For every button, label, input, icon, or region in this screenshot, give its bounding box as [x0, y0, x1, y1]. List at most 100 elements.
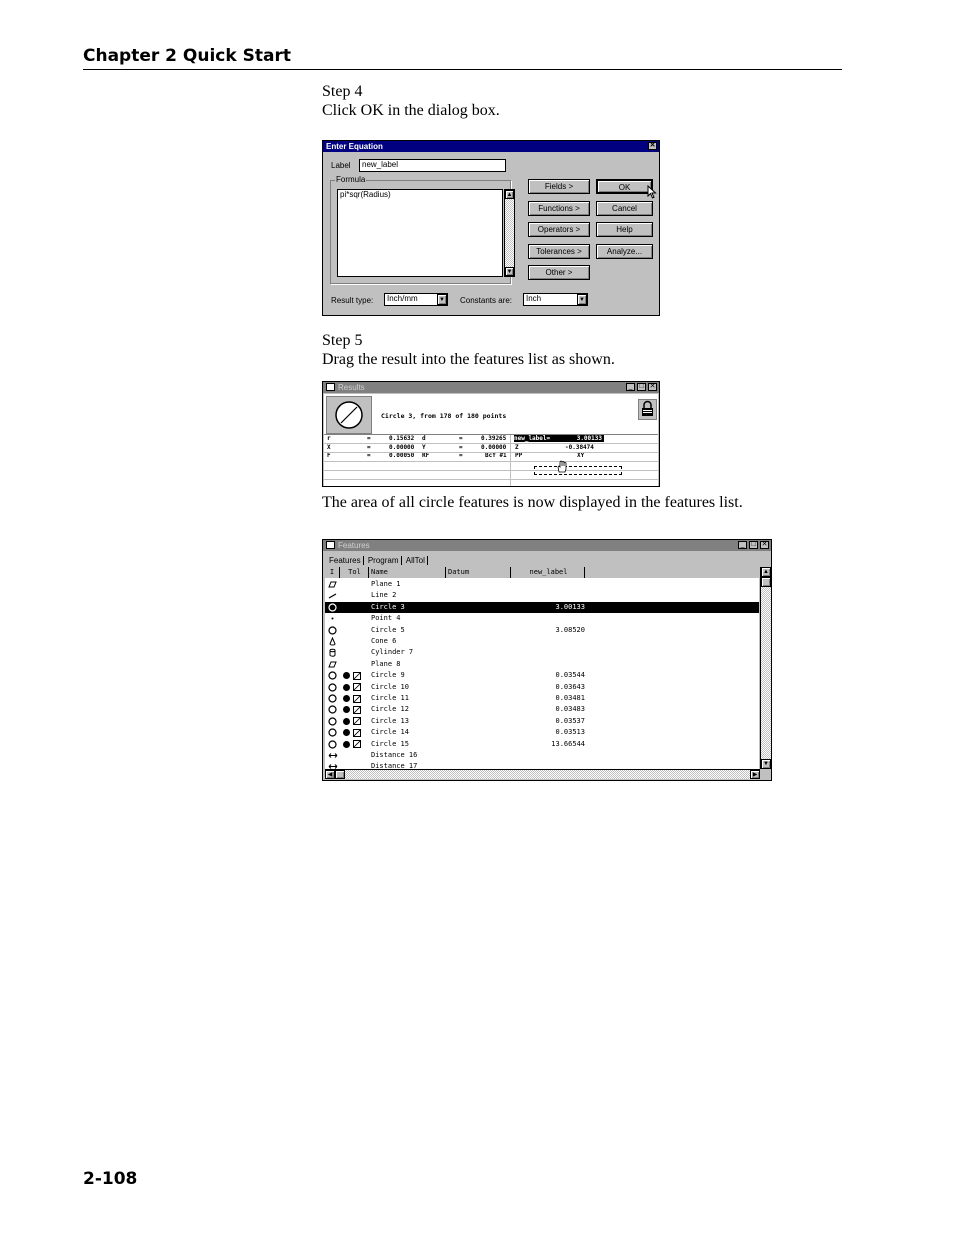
feature-row[interactable]: Distance 17: [325, 761, 759, 769]
feature-row[interactable]: Distance 16: [325, 750, 759, 761]
formula-scrollbar[interactable]: ▲ ▼: [504, 189, 515, 277]
features-hscrollbar[interactable]: ◀ ▶: [325, 769, 760, 779]
scroll-up-icon[interactable]: ▲: [505, 190, 514, 199]
grid-line: [510, 435, 511, 486]
feature-row[interactable]: Line 2: [325, 590, 759, 601]
feature-row[interactable]: Circle 5 3.08520: [325, 625, 759, 636]
formula-textarea[interactable]: pi*sqr(Radius): [337, 189, 503, 277]
feature-row[interactable]: Circle 9 0.03544: [325, 670, 759, 681]
cancel-button[interactable]: Cancel: [596, 201, 653, 216]
results-body: Circle 3, from 178 of 180 points r = 0.1…: [324, 394, 658, 486]
label-input[interactable]: new_label: [359, 159, 506, 172]
col-new-label[interactable]: new_label: [513, 567, 585, 578]
features-titlebar: Features _ □ ✕: [323, 540, 771, 551]
results-cell: =: [367, 435, 371, 442]
close-icon[interactable]: ✕: [648, 383, 657, 391]
feature-row[interactable]: Plane 1: [325, 579, 759, 590]
scroll-left-icon[interactable]: ◀: [325, 770, 335, 779]
result-type-select[interactable]: Inch/mm ▼: [384, 293, 448, 306]
scroll-up-icon[interactable]: ▲: [761, 567, 771, 577]
minimize-icon[interactable]: _: [626, 383, 635, 391]
circle-icon: [328, 728, 337, 737]
feature-row[interactable]: Circle 14 0.03513: [325, 727, 759, 738]
results-cell: d: [422, 435, 426, 442]
constants-select[interactable]: Inch ▼: [523, 293, 588, 306]
results-cell: 0.00000: [481, 443, 507, 451]
circle-icon: [328, 625, 337, 635]
feature-row[interactable]: Circle 10 0.03643: [325, 682, 759, 693]
features-tabs: Features Program AllTol: [327, 555, 428, 566]
analyze-button[interactable]: Analyze...: [596, 244, 653, 259]
results-titlebar: Results _ □ ✕: [323, 382, 659, 393]
scroll-right-icon[interactable]: ▶: [750, 770, 760, 779]
col-name[interactable]: Name: [371, 567, 446, 578]
tolerance-status-icon: [343, 706, 350, 714]
minimize-icon[interactable]: _: [738, 541, 747, 549]
feature-row[interactable]: Cylinder 7: [325, 647, 759, 658]
drag-outline: [534, 466, 622, 475]
chevron-down-icon[interactable]: ▼: [577, 294, 587, 305]
tab-features[interactable]: Features: [327, 556, 364, 565]
feature-row[interactable]: Point 4: [325, 613, 759, 624]
scroll-down-icon[interactable]: ▼: [505, 267, 514, 276]
feature-row[interactable]: Circle 13 0.03537: [325, 716, 759, 727]
scroll-thumb[interactable]: [335, 770, 345, 779]
feature-name: Point 4: [371, 614, 401, 623]
grid-line: [324, 479, 658, 480]
feature-value: 0.03483: [555, 705, 585, 714]
lock-icon[interactable]: [638, 399, 657, 420]
maximize-icon[interactable]: □: [637, 383, 646, 391]
feature-row[interactable]: Circle 3 3.00133: [325, 601, 759, 614]
operators-button[interactable]: Operators >: [528, 222, 590, 237]
results-cell: =: [367, 452, 371, 459]
distance-icon: [328, 751, 338, 758]
feature-name: Circle 9: [371, 671, 405, 680]
feature-row[interactable]: Plane 8: [325, 659, 759, 670]
tolerance-type-icon: [353, 717, 361, 726]
grid-line: [324, 443, 658, 444]
feature-name: Plane 8: [371, 659, 401, 668]
col-i[interactable]: I: [325, 567, 340, 578]
fields-button[interactable]: Fields >: [528, 179, 590, 194]
cylinder-icon: [328, 648, 336, 658]
ok-button[interactable]: OK: [596, 179, 653, 194]
scroll-thumb[interactable]: [761, 577, 771, 587]
feature-row[interactable]: Circle 11 0.03481: [325, 693, 759, 704]
functions-button[interactable]: Functions >: [528, 201, 590, 216]
results-cell: =: [459, 435, 463, 442]
feature-row[interactable]: Circle 12 0.03483: [325, 704, 759, 715]
feature-row[interactable]: Circle 15 13.66544: [325, 739, 759, 750]
new-label-result[interactable]: new_label= 3.00133: [514, 435, 604, 442]
scroll-down-icon[interactable]: ▼: [761, 759, 771, 769]
results-cell: 0.15632: [389, 435, 415, 442]
features-list: I Tol Name Datum new_label Plane 1 Line 2…: [325, 567, 759, 769]
plane-icon: [328, 580, 337, 588]
col-tol[interactable]: Tol: [341, 567, 369, 578]
results-cell: 3.00133: [576, 435, 602, 442]
tab-program[interactable]: Program: [365, 556, 402, 565]
maximize-icon[interactable]: □: [749, 541, 758, 549]
results-window: Results _ □ ✕ Circle 3, from 178 of 180 …: [322, 381, 660, 487]
help-button[interactable]: Help: [596, 222, 653, 237]
formula-caption: Formula: [335, 175, 367, 185]
close-icon[interactable]: ✕: [648, 142, 657, 150]
tolerance-type-icon: [353, 683, 361, 692]
feature-row[interactable]: Cone 6: [325, 636, 759, 647]
feature-value: 13.66544: [551, 739, 585, 748]
features-column-header: I Tol Name Datum new_label: [325, 567, 759, 578]
tab-alltol[interactable]: AllTol: [403, 556, 428, 565]
tolerance-status-icon: [343, 729, 350, 737]
other-button[interactable]: Other >: [528, 265, 590, 280]
close-icon[interactable]: ✕: [760, 541, 769, 549]
page-number: 2-108: [83, 1169, 138, 1189]
feature-name: Line 2: [371, 591, 397, 600]
tolerance-type-icon: [353, 694, 361, 703]
results-row: F = 0.00050 RF = Bcf #1 PP XY: [327, 452, 657, 461]
col-datum[interactable]: Datum: [448, 567, 511, 578]
tolerance-type-icon: [353, 671, 361, 680]
feature-name: Circle 15: [371, 739, 409, 748]
chevron-down-icon[interactable]: ▼: [437, 294, 447, 305]
features-vscrollbar[interactable]: ▲ ▼: [760, 567, 771, 769]
circle-icon: [328, 717, 337, 726]
tolerances-button[interactable]: Tolerances >: [528, 244, 590, 259]
